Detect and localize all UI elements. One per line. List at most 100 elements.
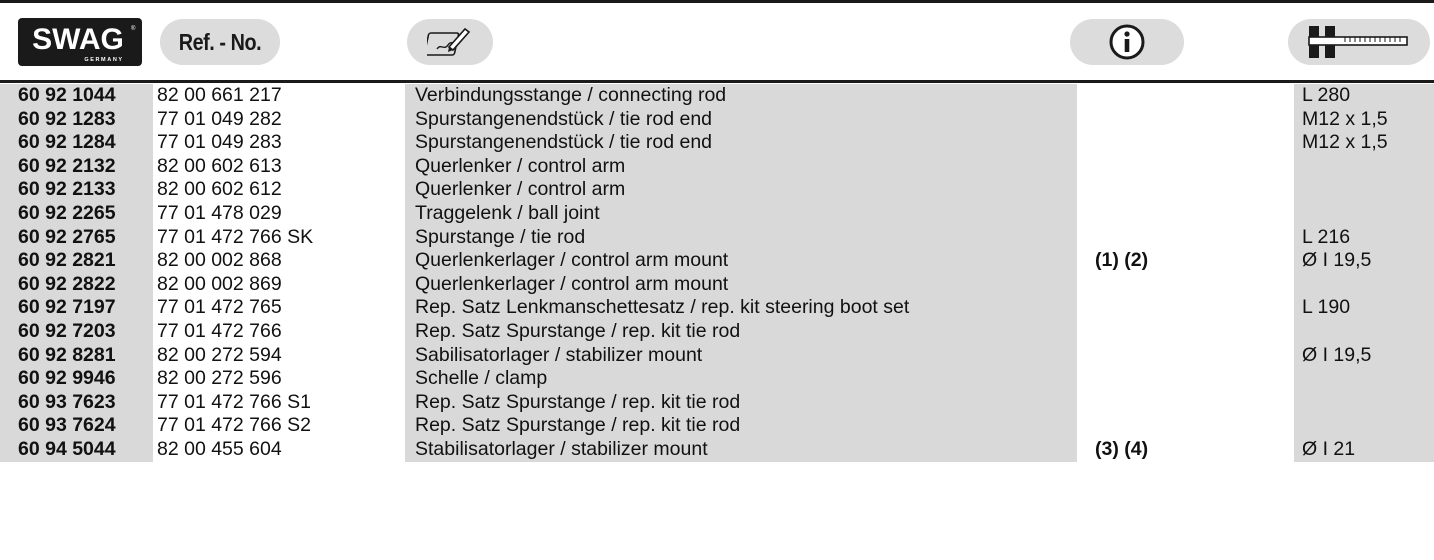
swag-number-cell: 60 92 2765 xyxy=(0,225,153,250)
table-row: 60 92 2132 82 00 602 613 Querlenker / cont… xyxy=(0,154,1434,179)
table-row: 60 92 2822 82 00 002 869 Querlenkerlager /… xyxy=(0,272,1434,297)
ref-number-cell: 82 00 272 594 xyxy=(157,343,282,366)
ref-no-label: Ref. - No. xyxy=(178,28,262,55)
info-note-cell xyxy=(1077,131,1294,155)
swag-number-cell: 60 92 2265 xyxy=(0,201,153,226)
info-note-cell xyxy=(1077,202,1294,226)
info-note-cell xyxy=(1077,344,1294,368)
swag-number-cell: 60 93 7624 xyxy=(0,414,153,438)
info-note-cell xyxy=(1077,155,1294,179)
description-cell: Spurstange / tie rod xyxy=(405,225,1077,250)
dimension-cell: Ø I 19,5 xyxy=(1294,343,1434,368)
description-cell: Rep. Satz Spurstange / rep. kit tie rod xyxy=(405,414,1077,438)
swag-logo: SWAG GERMANY ® xyxy=(18,18,142,66)
dimension-cell xyxy=(1294,414,1434,438)
info-note-cell: (3) (4) xyxy=(1095,437,1149,460)
description-cell: Schelle / clamp xyxy=(405,367,1077,391)
ref-number-cell: 77 01 472 765 xyxy=(157,296,282,319)
ref-no-column-header: Ref. - No. xyxy=(160,19,280,65)
table-row: 60 92 1044 82 00 661 217 Verbindungsstange… xyxy=(0,84,1434,108)
ref-number-cell: 77 01 472 766 S1 xyxy=(157,390,311,413)
table-row: 60 92 2821 82 00 002 868 Querlenkerlager /… xyxy=(0,249,1434,273)
dimension-cell xyxy=(1294,319,1434,344)
ref-number-cell: 82 00 455 604 xyxy=(157,437,282,460)
parts-table: 60 92 1044 82 00 661 217 Verbindungsstange… xyxy=(0,84,1434,462)
info-note-cell xyxy=(1077,320,1294,344)
description-cell: Rep. Satz Spurstange / rep. kit tie rod xyxy=(405,390,1077,415)
table-row: 60 92 2133 82 00 602 612 Querlenker / cont… xyxy=(0,178,1434,202)
swag-number-cell: 60 92 2132 xyxy=(0,154,153,179)
info-note-cell xyxy=(1077,226,1294,250)
description-cell: Stabilisatorlager / stabilizer mount xyxy=(405,437,1077,462)
info-note-cell xyxy=(1077,296,1294,320)
svg-text:®: ® xyxy=(131,25,136,32)
swag-number-cell: 60 92 2821 xyxy=(0,249,153,273)
description-cell: Spurstangenendstück / tie rod end xyxy=(405,107,1077,132)
info-note-cell xyxy=(1077,178,1294,202)
table-row: 60 92 2765 77 01 472 766 SK Spurstange / t… xyxy=(0,225,1434,250)
description-column-header xyxy=(407,19,493,65)
table-row: 60 92 1283 77 01 049 282 Spurstangenendstü… xyxy=(0,107,1434,132)
info-note-cell xyxy=(1077,273,1294,297)
info-note-cell xyxy=(1077,108,1294,132)
description-cell: Sabilisatorlager / stabilizer mount xyxy=(405,343,1077,368)
logo-sub: GERMANY xyxy=(84,57,123,63)
header-rule xyxy=(0,80,1434,83)
top-rule xyxy=(0,0,1434,3)
table-row: 60 92 1284 77 01 049 283 Spurstangenendstü… xyxy=(0,131,1434,155)
description-cell: Verbindungsstange / connecting rod xyxy=(405,84,1077,108)
dimension-cell: M12 x 1,5 xyxy=(1294,131,1434,155)
dimension-cell xyxy=(1294,154,1434,179)
table-row: 60 92 2265 77 01 478 029 Traggelenk / ball… xyxy=(0,201,1434,226)
table-row: 60 93 7624 77 01 472 766 S2 Rep. Satz Spur… xyxy=(0,414,1434,438)
table-row: 60 92 7197 77 01 472 765 Rep. Satz Lenkman… xyxy=(0,296,1434,320)
swag-number-cell: 60 92 1283 xyxy=(0,107,153,132)
ref-number-cell: 77 01 472 766 xyxy=(157,319,282,342)
dimension-cell xyxy=(1294,367,1434,391)
ref-number-cell: 82 00 002 868 xyxy=(157,249,282,272)
logo-text: SWAG xyxy=(32,23,124,56)
info-note-cell xyxy=(1077,414,1294,438)
swag-number-cell: 60 92 1044 xyxy=(0,84,153,108)
ref-number-cell: 82 00 272 596 xyxy=(157,367,282,390)
info-note-cell xyxy=(1077,84,1294,108)
table-row: 60 94 5044 82 00 455 604 Stabilisatorlager… xyxy=(0,437,1434,462)
swag-number-cell: 60 92 2133 xyxy=(0,178,153,202)
dimension-cell xyxy=(1294,178,1434,202)
ref-number-cell: 77 01 478 029 xyxy=(157,201,282,224)
pencil-writing-icon xyxy=(427,27,471,56)
dimension-cell xyxy=(1294,390,1434,415)
dimension-cell: L 216 xyxy=(1294,225,1434,250)
description-cell: Querlenkerlager / control arm mount xyxy=(405,272,1077,297)
swag-number-cell: 60 92 8281 xyxy=(0,343,153,368)
description-cell: Traggelenk / ball joint xyxy=(405,201,1077,226)
description-cell: Querlenker / control arm xyxy=(405,154,1077,179)
dimension-column-header xyxy=(1288,19,1430,65)
swag-number-cell: 60 92 9946 xyxy=(0,367,153,391)
ref-number-cell: 82 00 602 612 xyxy=(157,178,282,201)
dimension-cell xyxy=(1294,272,1434,297)
dimension-cell: Ø I 19,5 xyxy=(1294,249,1434,273)
ref-number-cell: 82 00 602 613 xyxy=(157,154,282,177)
table-header: SWAG GERMANY ® Ref. - No. xyxy=(0,6,1434,78)
info-circle-icon xyxy=(1109,24,1145,60)
ref-number-cell: 82 00 002 869 xyxy=(157,272,282,295)
dimension-cell: L 280 xyxy=(1294,84,1434,108)
table-row: 60 92 9946 82 00 272 596 Schelle / clamp xyxy=(0,367,1434,391)
info-column-header xyxy=(1070,19,1184,65)
swag-number-cell: 60 92 7197 xyxy=(0,296,153,320)
table-row: 60 92 7203 77 01 472 766 Rep. Satz Spursta… xyxy=(0,319,1434,344)
swag-number-cell: 60 92 7203 xyxy=(0,319,153,344)
ref-number-cell: 77 01 472 766 SK xyxy=(157,225,314,248)
table-row: 60 93 7623 77 01 472 766 S1 Rep. Satz Spur… xyxy=(0,390,1434,415)
description-cell: Rep. Satz Lenkmanschettesatz / rep. kit … xyxy=(405,296,1077,320)
dimension-cell: M12 x 1,5 xyxy=(1294,107,1434,132)
dimension-cell: Ø I 21 xyxy=(1294,437,1434,462)
ref-number-cell: 77 01 049 282 xyxy=(157,107,282,130)
description-cell: Spurstangenendstück / tie rod end xyxy=(405,131,1077,155)
dimension-cell: L 190 xyxy=(1294,296,1434,320)
info-note-cell xyxy=(1077,367,1294,391)
description-cell: Rep. Satz Spurstange / rep. kit tie rod xyxy=(405,319,1077,344)
swag-number-cell: 60 92 2822 xyxy=(0,272,153,297)
description-cell: Querlenkerlager / control arm mount xyxy=(405,249,1077,273)
